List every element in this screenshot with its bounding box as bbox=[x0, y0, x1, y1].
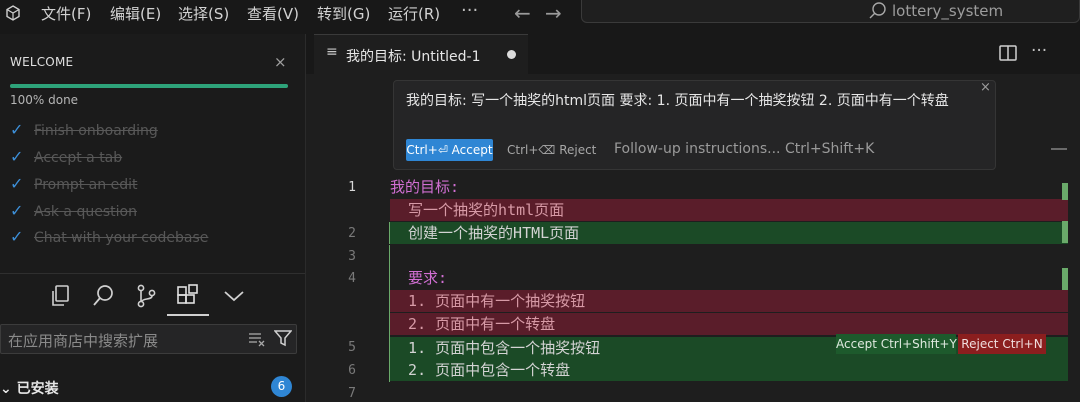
line-number: 3 bbox=[348, 249, 356, 264]
menu-go[interactable]: 转到(G) bbox=[317, 3, 370, 24]
tab-label: 我的目标: Untitled-1 bbox=[346, 49, 481, 65]
split-editor-icon[interactable] bbox=[999, 45, 1017, 61]
welcome-title: WELCOME bbox=[10, 55, 74, 69]
installed-section-header[interactable]: ⌄ 已安装 bbox=[0, 378, 59, 398]
line-number: 4 bbox=[348, 271, 356, 286]
extension-search-placeholder: 在应用商店中搜索扩展 bbox=[8, 332, 159, 350]
explorer-icon[interactable] bbox=[48, 283, 74, 309]
active-tool-indicator bbox=[167, 314, 209, 316]
progress-text: 100% done bbox=[10, 93, 79, 107]
menu-edit[interactable]: 编辑(E) bbox=[110, 3, 161, 24]
onboarding-item[interactable]: ✓ Finish onboarding bbox=[10, 120, 158, 139]
accept-button[interactable]: Ctrl+⏎ Accept bbox=[406, 139, 493, 161]
divider bbox=[0, 273, 305, 274]
check-icon: ✓ bbox=[10, 174, 24, 193]
check-icon: ✓ bbox=[10, 227, 24, 246]
menu-run[interactable]: 运行(R) bbox=[388, 3, 440, 24]
code-line[interactable]: 我的目标: bbox=[390, 176, 459, 198]
line-number: 5 bbox=[348, 340, 356, 355]
menu-selection[interactable]: 选择(S) bbox=[178, 3, 229, 24]
unsaved-dot-icon[interactable] bbox=[507, 50, 516, 59]
line-number: 1 bbox=[348, 180, 356, 195]
accept-diff-button[interactable]: Accept Ctrl+Shift+Y bbox=[836, 334, 957, 354]
code-line-added[interactable]: 2. 页面中包含一个转盘 bbox=[390, 359, 570, 381]
search-icon bbox=[868, 1, 888, 21]
clear-filter-icon[interactable] bbox=[248, 331, 266, 347]
menu-view[interactable]: 查看(V) bbox=[247, 3, 299, 24]
check-icon: ✓ bbox=[10, 201, 24, 220]
prompt-text[interactable]: 我的目标: 写一个抽奖的html页面 要求: 1. 页面中有一个抽奖按钮 2. … bbox=[406, 90, 984, 112]
code-line-deleted: 1. 页面中有一个抽奖按钮 bbox=[390, 292, 586, 310]
more-actions-icon[interactable]: ··· bbox=[1031, 41, 1047, 61]
extensions-icon[interactable] bbox=[175, 283, 201, 309]
close-icon[interactable]: × bbox=[980, 80, 991, 95]
source-control-icon[interactable] bbox=[133, 283, 159, 309]
line-number: 7 bbox=[348, 386, 356, 401]
filter-icon[interactable] bbox=[273, 329, 293, 347]
onboarding-item[interactable]: ✓ Prompt an edit bbox=[10, 174, 137, 193]
check-icon: ✓ bbox=[10, 120, 24, 139]
back-arrow-icon[interactable]: ← bbox=[514, 1, 531, 25]
code-line-deleted: 2. 页面中有一个转盘 bbox=[390, 315, 556, 333]
command-center-search[interactable] bbox=[581, 0, 1080, 23]
code-line-added[interactable]: 创建一个抽奖的HTML页面 bbox=[390, 222, 579, 244]
forward-arrow-icon[interactable]: → bbox=[545, 1, 562, 25]
line-number: 2 bbox=[348, 226, 356, 241]
reject-diff-button[interactable]: Reject Ctrl+N bbox=[958, 334, 1046, 354]
followup-input[interactable]: Follow-up instructions... Ctrl+Shift+K bbox=[614, 141, 874, 157]
chevron-down-icon: ⌄ bbox=[0, 381, 17, 397]
code-line-deleted: 写一个抽奖的html页面 bbox=[390, 201, 565, 219]
onboarding-item[interactable]: ✓ Ask a question bbox=[10, 201, 137, 220]
code-line[interactable]: 要求: bbox=[390, 267, 447, 289]
progress-bar-fill bbox=[10, 84, 288, 88]
overview-ruler-mark bbox=[1062, 221, 1068, 243]
check-icon: ✓ bbox=[10, 147, 24, 166]
chevron-down-icon[interactable] bbox=[221, 283, 247, 309]
scrollbar-thumb[interactable] bbox=[1051, 148, 1067, 150]
close-icon[interactable]: × bbox=[274, 53, 287, 71]
menu-more-icon[interactable]: ··· bbox=[461, 0, 478, 21]
code-line-added[interactable]: 1. 页面中包含一个抽奖按钮 bbox=[390, 337, 600, 359]
command-center-text: lottery_system bbox=[892, 2, 1004, 20]
installed-count-badge: 6 bbox=[271, 376, 292, 397]
overview-ruler-mark bbox=[1062, 268, 1068, 290]
reject-button[interactable]: Ctrl+⌫ Reject bbox=[507, 143, 596, 157]
app-logo-icon bbox=[5, 5, 21, 25]
file-text-icon: ≡ bbox=[326, 44, 338, 60]
line-number: 6 bbox=[348, 363, 356, 378]
onboarding-item[interactable]: ✓ Accept a tab bbox=[10, 147, 122, 166]
search-view-icon[interactable] bbox=[91, 283, 117, 309]
menu-file[interactable]: 文件(F) bbox=[41, 3, 91, 24]
overview-ruler-mark bbox=[1062, 183, 1068, 200]
onboarding-item[interactable]: ✓ Chat with your codebase bbox=[10, 227, 208, 246]
